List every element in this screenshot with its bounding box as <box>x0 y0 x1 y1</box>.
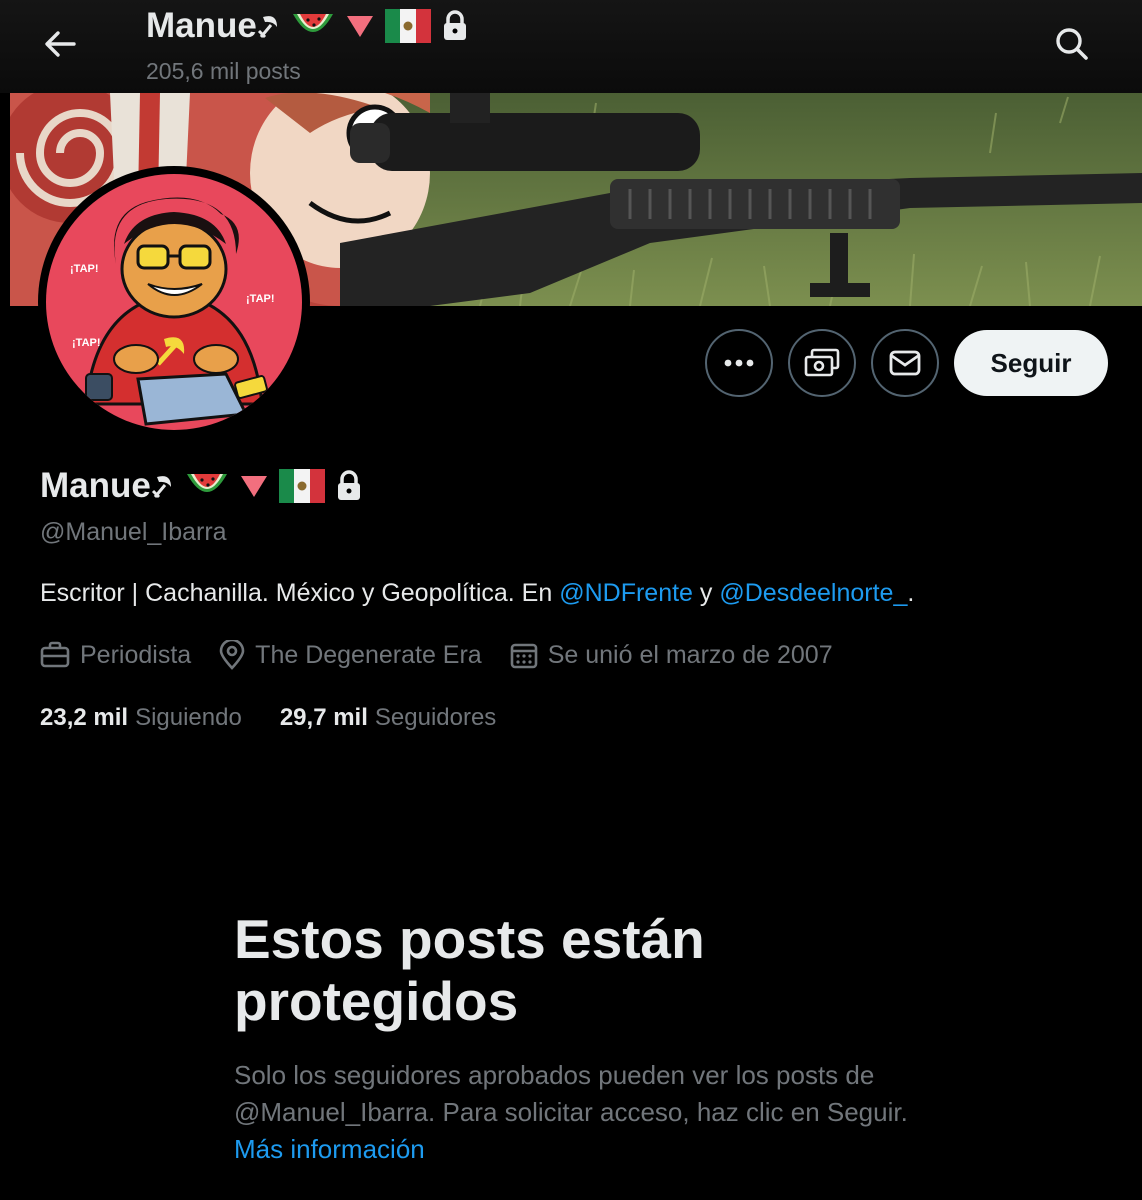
follow-button[interactable]: Seguir <box>954 330 1108 396</box>
red-triangle-icon <box>239 473 269 499</box>
briefcase-icon <box>40 641 70 668</box>
avatar-tap-1: ¡TAP! <box>70 263 99 275</box>
posts-count: 205,6 mil posts <box>146 58 301 84</box>
topbar-title: Manue <box>146 6 469 46</box>
following-link[interactable]: 23,2 mil Siguiendo <box>40 704 242 732</box>
red-triangle-icon <box>345 13 375 39</box>
profile-avatar[interactable]: ¡TAP! ¡TAP! ¡TAP! <box>38 166 310 438</box>
mexico-flag-icon <box>384 9 431 43</box>
more-button[interactable] <box>705 329 773 397</box>
mexico-flag-icon <box>278 469 325 503</box>
money-icon <box>804 348 840 377</box>
lock-icon <box>335 470 363 502</box>
mail-icon <box>889 350 921 376</box>
arrow-left-icon <box>45 31 76 57</box>
search-button[interactable] <box>1048 22 1096 66</box>
avatar-image: ¡TAP! ¡TAP! ¡TAP! <box>46 174 302 430</box>
message-button[interactable] <box>871 329 939 397</box>
followers-link[interactable]: 29,7 mil Seguidores <box>280 704 496 732</box>
location-label: The Degenerate Era <box>255 640 482 669</box>
subscribe-button[interactable] <box>788 329 856 397</box>
more-info-link[interactable]: Más información <box>234 1134 425 1164</box>
mention-ndfrente-link[interactable]: @NDFrente <box>559 579 693 607</box>
protected-title: Estos posts están protegidos <box>234 908 705 1032</box>
profession-item: Periodista <box>40 641 191 670</box>
profile-meta: Periodista The Degenerate Era Se unió el… <box>40 640 861 670</box>
protected-body-text: Solo los seguidores aprobados pueden ver… <box>234 1060 908 1127</box>
avatar-tap-2: ¡TAP! <box>246 293 275 305</box>
more-icon <box>724 359 754 367</box>
watermelon-icon <box>291 10 335 42</box>
following-count: 23,2 mil <box>40 704 129 731</box>
top-bar: Manue 205,6 mil posts <box>0 0 1142 93</box>
lock-icon <box>441 10 469 42</box>
following-label: Siguiendo <box>135 704 242 731</box>
sickle-icon <box>257 11 281 41</box>
bio-text-2: y <box>692 579 720 607</box>
joined-label: Se unió el marzo de 2007 <box>547 640 833 669</box>
bio-text-1: Escritor | Cachanilla. México y Geopolít… <box>40 579 560 607</box>
bio-text-3: . <box>907 579 915 607</box>
location-pin-icon <box>219 640 245 670</box>
protected-message: Solo los seguidores aprobados pueden ver… <box>234 1057 934 1168</box>
joined-item: Se unió el marzo de 2007 <box>510 641 833 670</box>
profession-label: Periodista <box>80 640 192 669</box>
back-button[interactable] <box>36 24 84 64</box>
profile-display-name: Manue <box>40 466 151 505</box>
watermelon-icon <box>185 470 229 502</box>
search-icon <box>1056 28 1088 60</box>
follow-stats: 23,2 mil Siguiendo 29,7 mil Seguidores <box>40 704 534 732</box>
followers-label: Seguidores <box>374 704 497 731</box>
followers-count: 29,7 mil <box>279 704 368 731</box>
mention-desdeelnorte-link[interactable]: @Desdeelnorte_ <box>719 579 907 607</box>
sickle-icon <box>151 471 175 501</box>
calendar-icon <box>510 643 538 669</box>
profile-bio: Escritor | Cachanilla. México y Geopolít… <box>40 579 914 608</box>
avatar-tap-3: ¡TAP! <box>72 337 101 349</box>
profile-page: Manue 205,6 mil posts ¡TAP! ¡TAP! ¡TAP! … <box>0 0 1142 1200</box>
topbar-display-name: Manue <box>146 6 257 45</box>
profile-name-row: Manue <box>40 466 363 506</box>
profile-handle: @Manuel_Ibarra <box>40 518 227 546</box>
location-item: The Degenerate Era <box>219 640 482 670</box>
